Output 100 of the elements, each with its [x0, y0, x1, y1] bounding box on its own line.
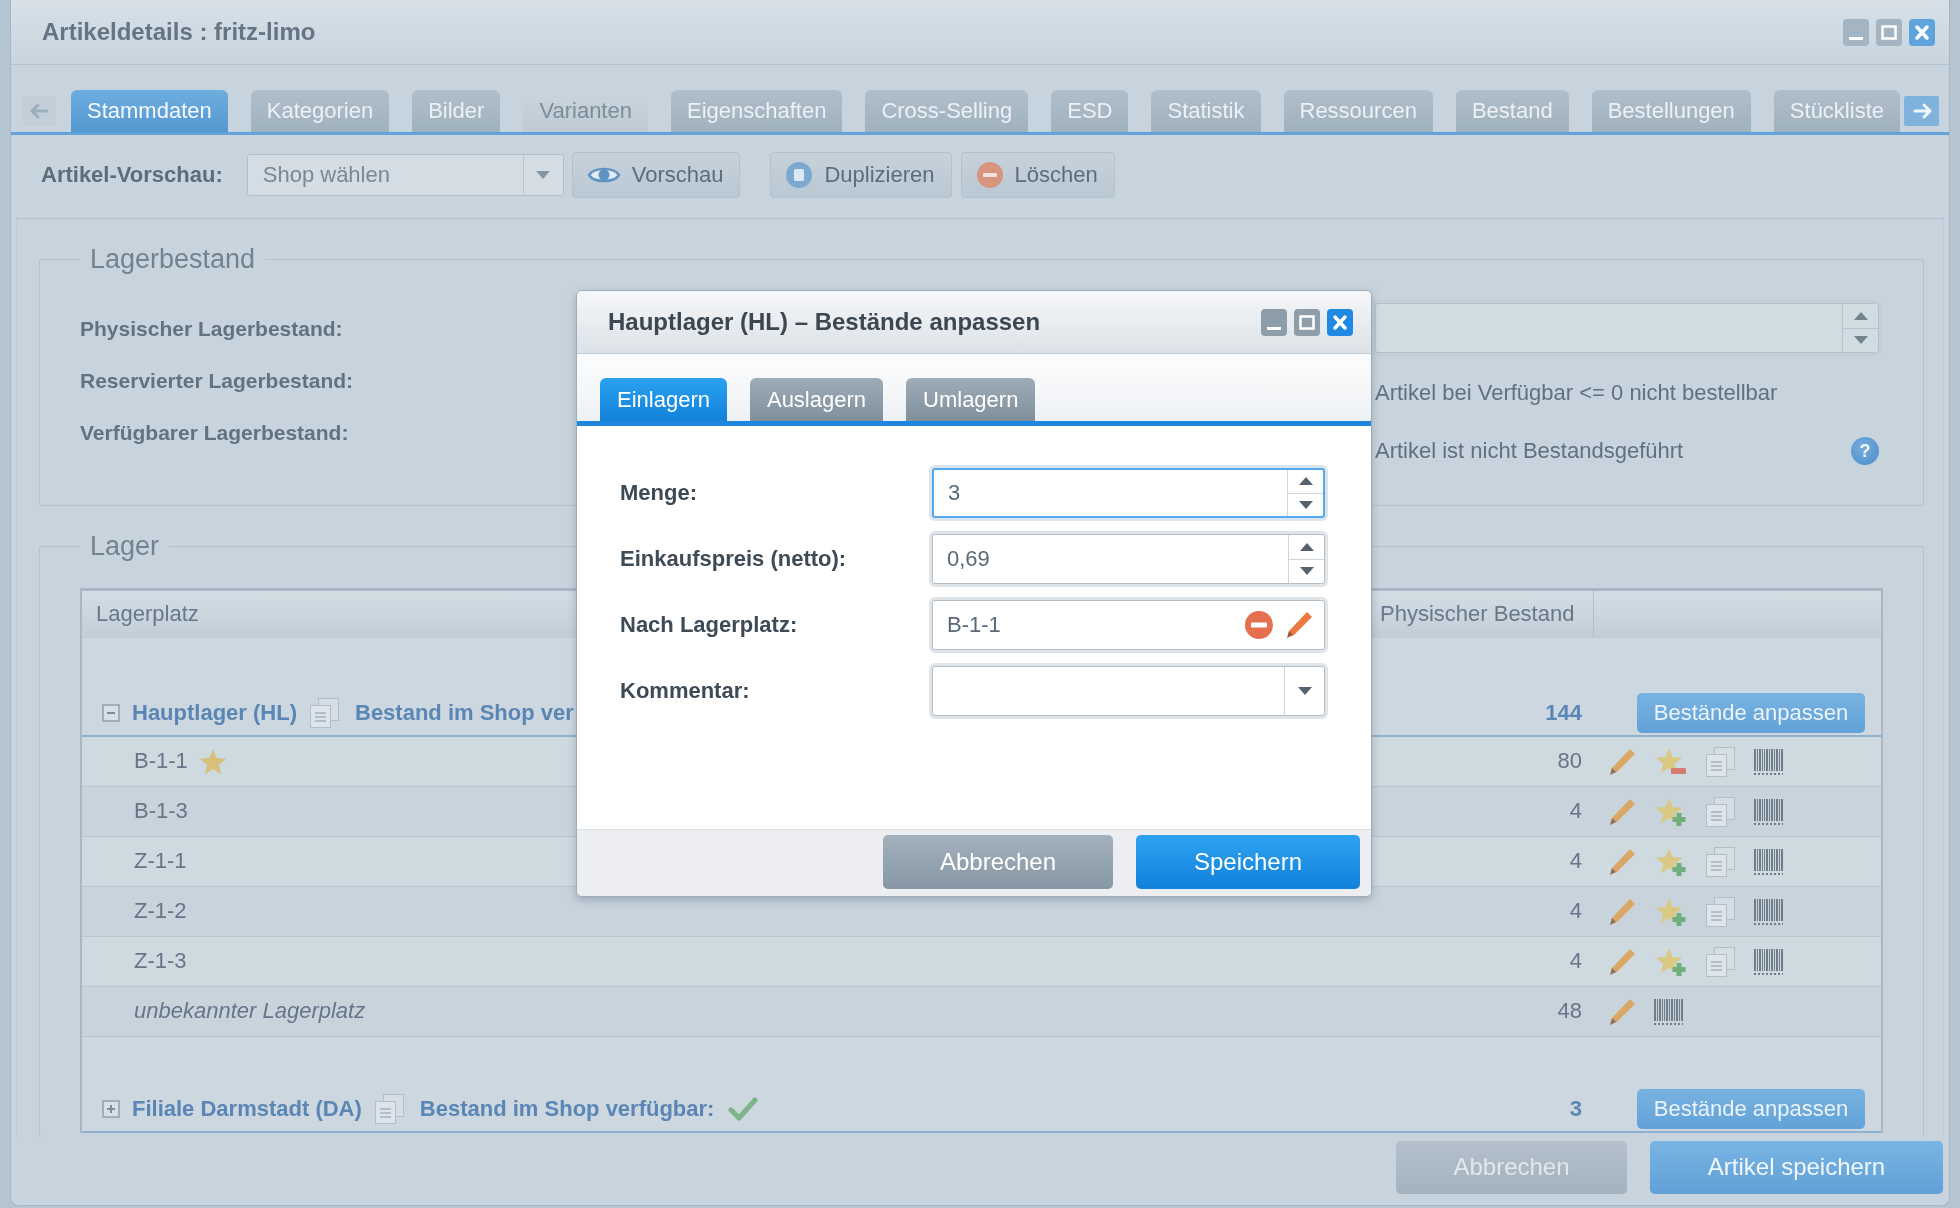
spin-box[interactable]	[1375, 303, 1879, 353]
barcode-icon[interactable]	[1754, 748, 1783, 775]
caret-up-icon[interactable]	[1853, 311, 1868, 320]
caret-down-icon[interactable]	[1297, 687, 1312, 695]
tab[interactable]: Umlagern	[906, 378, 1036, 421]
plus-square-icon[interactable]	[102, 1100, 120, 1118]
tab[interactable]: Einlagern	[600, 378, 727, 421]
stock-total: 144	[1545, 699, 1582, 727]
close-icon[interactable]	[1909, 18, 1935, 46]
location-picker[interactable]: B-1-1	[932, 600, 1325, 650]
minimize-icon[interactable]	[1261, 308, 1287, 336]
documents-icon[interactable]	[1703, 844, 1737, 879]
input-field[interactable]: 3	[934, 470, 1287, 516]
save-button[interactable]: Speichern	[1136, 835, 1360, 889]
preview-button[interactable]: Vorschau	[571, 152, 741, 198]
pencil-icon[interactable]	[1607, 746, 1637, 777]
location-name: B-1-3	[134, 798, 188, 825]
option-label: Artikel bei Verfügbar <= 0 nicht bestellbar	[1375, 380, 1778, 406]
field-label: Nach Lagerplatz:	[620, 611, 798, 637]
pencil-icon[interactable]	[1607, 896, 1637, 927]
documents-icon[interactable]	[1703, 944, 1737, 979]
help-button[interactable]: ?	[1851, 437, 1879, 465]
barcode-icon[interactable]	[1754, 948, 1783, 975]
location-name: unbekannter Lagerplatz	[134, 998, 366, 1025]
location-name: Z-1-3	[134, 948, 187, 975]
location-name: Z-1-1	[134, 848, 187, 875]
minus-square-icon[interactable]	[102, 704, 120, 722]
documents-icon[interactable]	[1703, 744, 1737, 779]
tab[interactable]: Bestand	[1455, 90, 1569, 132]
field-label: Reservierter Lagerbestand:	[80, 368, 354, 394]
documents-icon[interactable]	[1703, 894, 1737, 929]
barcode-icon[interactable]	[1754, 898, 1783, 925]
pencil-icon[interactable]	[1607, 796, 1637, 827]
tab[interactable]: ESD	[1051, 90, 1129, 132]
delete-button[interactable]: Löschen	[960, 152, 1115, 198]
stock-value: 80	[1557, 748, 1582, 775]
field-label: Artikel-Vorschau:	[41, 161, 223, 189]
tab[interactable]: Stammdaten	[71, 90, 228, 132]
maximize-icon[interactable]	[1876, 18, 1902, 46]
barcode-icon[interactable]	[1754, 798, 1783, 825]
pencil-icon[interactable]	[1607, 846, 1637, 877]
tab[interactable]: Cross-Selling	[865, 90, 1029, 132]
documents-icon[interactable]	[1703, 794, 1737, 829]
dialog-title: Hauptlager (HL) – Bestände anpassen	[608, 307, 1041, 337]
pencil-icon[interactable]	[1607, 946, 1637, 977]
tab[interactable]: Stückliste	[1773, 90, 1900, 132]
tab[interactable]: Statistik	[1151, 90, 1261, 132]
duplicate-button[interactable]: Duplizieren	[770, 152, 952, 198]
field-label: Einkaufspreis (netto):	[620, 545, 847, 571]
warehouse-name: Hauptlager (HL)	[132, 699, 297, 727]
input-field[interactable]: B-1-1	[933, 601, 1238, 649]
arrow-right-icon[interactable]	[1904, 96, 1939, 126]
section-legend: Lagerbestand	[80, 244, 266, 274]
tab[interactable]: Eigenschaften	[670, 90, 843, 132]
column-header: Lagerplatz	[96, 601, 199, 628]
star-minus-icon[interactable]	[1654, 746, 1686, 777]
stock-value: 48	[1557, 998, 1582, 1025]
field-label: Verfügbarer Lagerbestand:	[80, 420, 350, 446]
star-plus-icon[interactable]	[1654, 946, 1686, 977]
adjust-stock-button[interactable]: Bestände anpassen	[1637, 1089, 1865, 1129]
shop-availability-label: Bestand im Shop verfügbar:	[419, 1095, 715, 1123]
star-plus-icon[interactable]	[1654, 896, 1686, 927]
input-field[interactable]: Shop wählen	[247, 155, 523, 195]
square-circle-icon	[785, 161, 814, 189]
documents-icon[interactable]	[307, 696, 341, 730]
cancel-button[interactable]: Abbrechen	[883, 835, 1113, 889]
field-label: Menge:	[620, 479, 697, 505]
option-label: Artikel ist nicht Bestandsgeführt	[1375, 438, 1684, 464]
arrow-left-icon[interactable]	[23, 96, 56, 126]
location-name: B-1-1	[134, 748, 188, 775]
tab[interactable]: Kategorien	[250, 90, 390, 132]
tab[interactable]: Bestellungen	[1591, 90, 1751, 132]
tab[interactable]: Auslagern	[749, 378, 884, 421]
caret-down-icon[interactable]	[1299, 567, 1314, 576]
caret-down-icon[interactable]	[1853, 336, 1868, 345]
barcode-icon[interactable]	[1754, 848, 1783, 875]
adjust-stock-button[interactable]: Bestände anpassen	[1637, 693, 1865, 733]
tab[interactable]: Bilder	[412, 90, 501, 132]
field-label: Kommentar:	[620, 677, 750, 703]
cancel-button[interactable]: Abbrechen	[1396, 1141, 1627, 1194]
caret-up-icon[interactable]	[1298, 477, 1313, 486]
barcode-icon[interactable]	[1654, 998, 1683, 1025]
minus-circle-icon[interactable]	[1244, 610, 1274, 640]
location-name: Z-1-2	[134, 898, 187, 925]
combo-box[interactable]: Shop wählen	[246, 154, 564, 196]
stock-value: 4	[1569, 948, 1582, 975]
star-plus-icon[interactable]	[1654, 846, 1686, 877]
spin-box[interactable]: 3	[932, 468, 1325, 518]
pencil-icon[interactable]	[1607, 996, 1637, 1027]
caret-down-icon[interactable]	[1298, 500, 1313, 509]
section-legend: Lager	[80, 531, 170, 561]
stock-value: 4	[1569, 848, 1582, 875]
star-plus-icon[interactable]	[1654, 796, 1686, 827]
tab[interactable]: Ressourcen	[1283, 90, 1433, 132]
caret-up-icon[interactable]	[1299, 542, 1314, 551]
minimize-icon[interactable]	[1843, 18, 1869, 46]
save-button[interactable]: Artikel speichern	[1650, 1141, 1943, 1194]
pencil-icon[interactable]	[1284, 610, 1314, 640]
close-icon[interactable]	[1327, 308, 1353, 336]
maximize-icon[interactable]	[1294, 308, 1320, 336]
